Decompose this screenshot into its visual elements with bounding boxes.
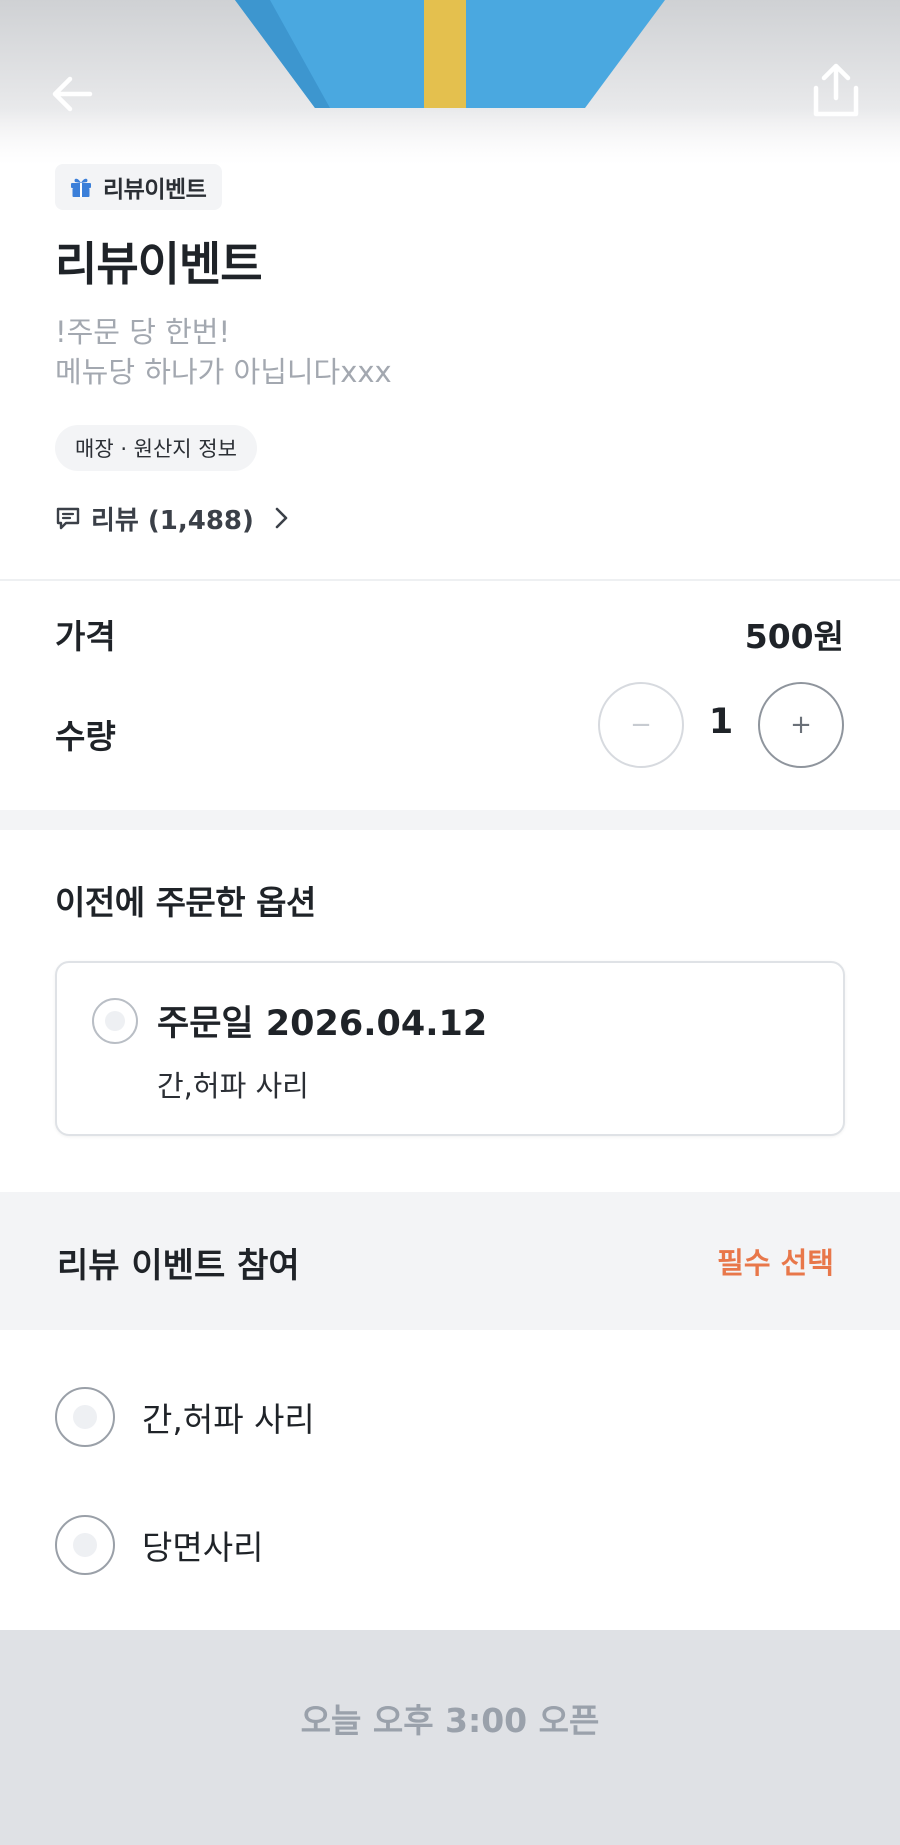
hero-image <box>0 0 900 165</box>
option-radio[interactable] <box>55 1387 115 1447</box>
option-label: 간,허파 사리 <box>142 1400 315 1439</box>
quantity-label: 수량 <box>55 717 116 756</box>
previous-options-title: 이전에 주문한 옵션 <box>55 883 316 922</box>
plus-icon: + <box>790 710 812 740</box>
store-origin-info-button[interactable]: 매장 · 원산지 정보 <box>55 425 257 471</box>
description-line: !주문 당 한번! <box>55 315 231 349</box>
chevron-right-icon <box>275 507 288 529</box>
product-image <box>235 0 665 108</box>
previous-order-date: 주문일 2026.04.12 <box>157 1004 488 1044</box>
review-count-label: 리뷰 (1,488) <box>91 505 254 536</box>
review-event-header: 리뷰 이벤트 참여 필수 선택 <box>0 1192 900 1330</box>
divider <box>0 579 900 581</box>
quantity-increase-button[interactable]: + <box>758 682 844 768</box>
product-description: !주문 당 한번! 메뉴당 하나가 아닙니다xxx <box>55 312 392 392</box>
quantity-value: 1 <box>708 702 734 742</box>
previous-order-items: 간,허파 사리 <box>157 1069 309 1103</box>
previous-order-radio[interactable] <box>92 998 138 1044</box>
description-line: 메뉴당 하나가 아닙니다xxx <box>55 355 392 389</box>
minus-icon: − <box>630 710 652 740</box>
hero-fade <box>0 108 900 165</box>
previous-order-option-card[interactable]: 주문일 2026.04.12 간,허파 사리 <box>55 961 845 1136</box>
arrow-left-icon[interactable] <box>48 70 98 120</box>
product-title: 리뷰이벤트 <box>55 237 263 291</box>
option-label: 당면사리 <box>142 1528 264 1567</box>
badge-label: 리뷰이벤트 <box>103 177 207 203</box>
gift-icon <box>71 178 91 197</box>
review-event-option[interactable]: 당면사리 <box>55 1514 845 1576</box>
section-divider <box>0 810 900 830</box>
quantity-decrease-button[interactable]: − <box>598 682 684 768</box>
event-badge: 리뷰이벤트 <box>55 164 223 210</box>
open-time-label: 오늘 오후 3:00 오픈 <box>300 1701 600 1740</box>
price-value: 500원 <box>744 617 844 656</box>
required-badge: 필수 선택 <box>717 1246 834 1280</box>
review-event-title: 리뷰 이벤트 참여 <box>57 1246 300 1286</box>
review-event-option[interactable]: 간,허파 사리 <box>55 1386 845 1448</box>
open-time-button[interactable]: 오늘 오후 3:00 오픈 <box>0 1630 900 1845</box>
share-icon[interactable] <box>810 62 862 120</box>
price-label: 가격 <box>55 617 116 656</box>
option-radio[interactable] <box>55 1515 115 1575</box>
review-icon <box>56 507 80 530</box>
review-link[interactable]: 리뷰 (1,488) <box>55 500 292 536</box>
